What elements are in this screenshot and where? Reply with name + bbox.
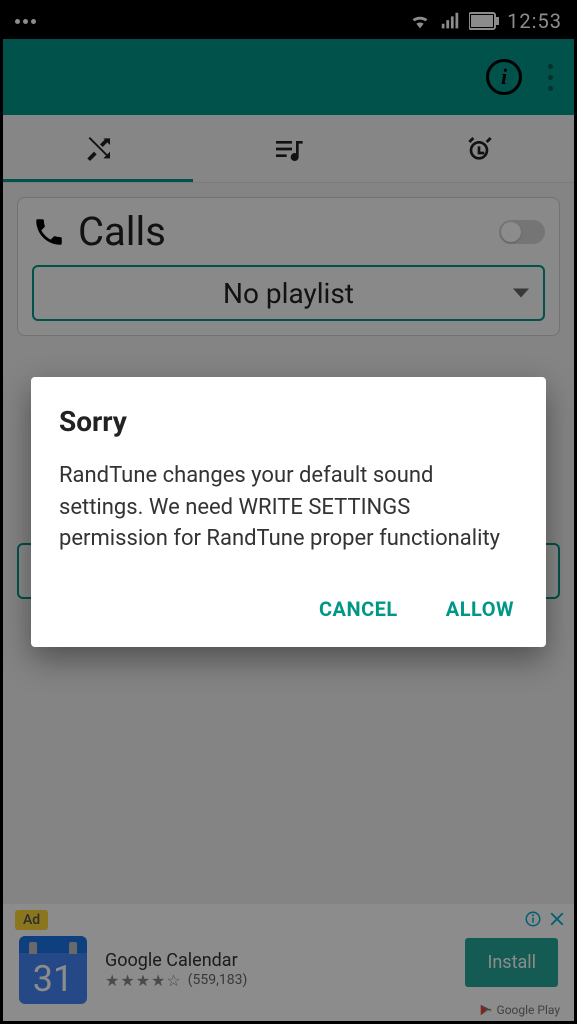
app-root: 12:53 i Calls (0, 0, 577, 1024)
dialog-message: RandTune changes your default sound sett… (59, 460, 518, 556)
modal-overlay[interactable]: Sorry RandTune changes your default soun… (3, 3, 574, 1021)
permission-dialog: Sorry RandTune changes your default soun… (31, 377, 546, 648)
dialog-title: Sorry (59, 405, 518, 438)
allow-button[interactable]: ALLOW (442, 589, 518, 629)
cancel-button[interactable]: CANCEL (315, 589, 402, 629)
